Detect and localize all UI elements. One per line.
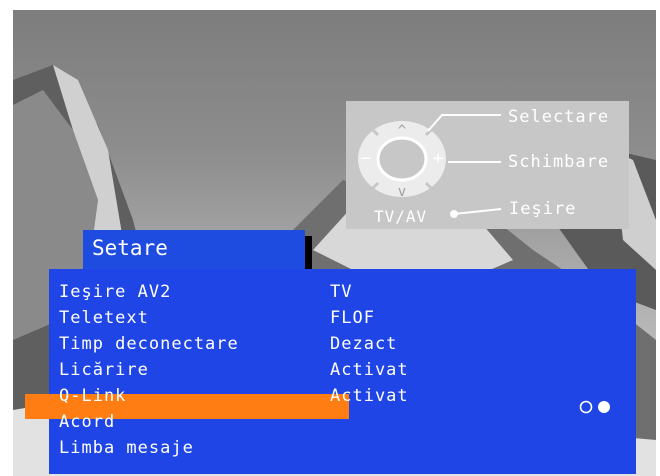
tvav-label: TV/AV: [374, 207, 428, 226]
menu-item-av2-output[interactable]: Ieşire AV2: [59, 282, 171, 302]
minus-symbol: −: [361, 148, 372, 169]
change-label: Schimbare: [508, 152, 610, 172]
menu-title-box: Setare: [83, 230, 305, 274]
menu-value-av2-output: TV: [330, 282, 353, 302]
menu-value-q-link: Activat: [330, 386, 409, 406]
menu-item-blink[interactable]: Licărire: [59, 360, 149, 380]
menu-item-teletext[interactable]: Teletext: [59, 308, 149, 328]
menu-title: Setare: [92, 236, 168, 260]
menu-value-blink: Activat: [330, 360, 409, 380]
remote-help-panel: ^ v + − Selectare Schimbare Ieşire TV/AV: [346, 101, 629, 229]
exit-label: Ieşire: [509, 199, 577, 219]
toggle-dots-icon[interactable]: [579, 400, 619, 414]
down-symbol: v: [398, 184, 406, 200]
menu-value-off-timer: Dezact: [330, 334, 398, 354]
menu-item-tuning[interactable]: Acord: [59, 412, 115, 432]
tv-screen: ^ v + − Selectare Schimbare Ieşire TV/AV…: [13, 10, 656, 476]
menu-item-q-link[interactable]: Q-Link: [59, 386, 126, 406]
up-symbol: ^: [398, 123, 406, 139]
plus-symbol: +: [433, 148, 444, 169]
menu-item-language[interactable]: Limba mesaje: [59, 438, 194, 458]
menu-item-off-timer[interactable]: Timp deconectare: [59, 334, 239, 354]
select-label: Selectare: [508, 107, 610, 127]
menu-value-teletext: FLOF: [330, 308, 375, 328]
